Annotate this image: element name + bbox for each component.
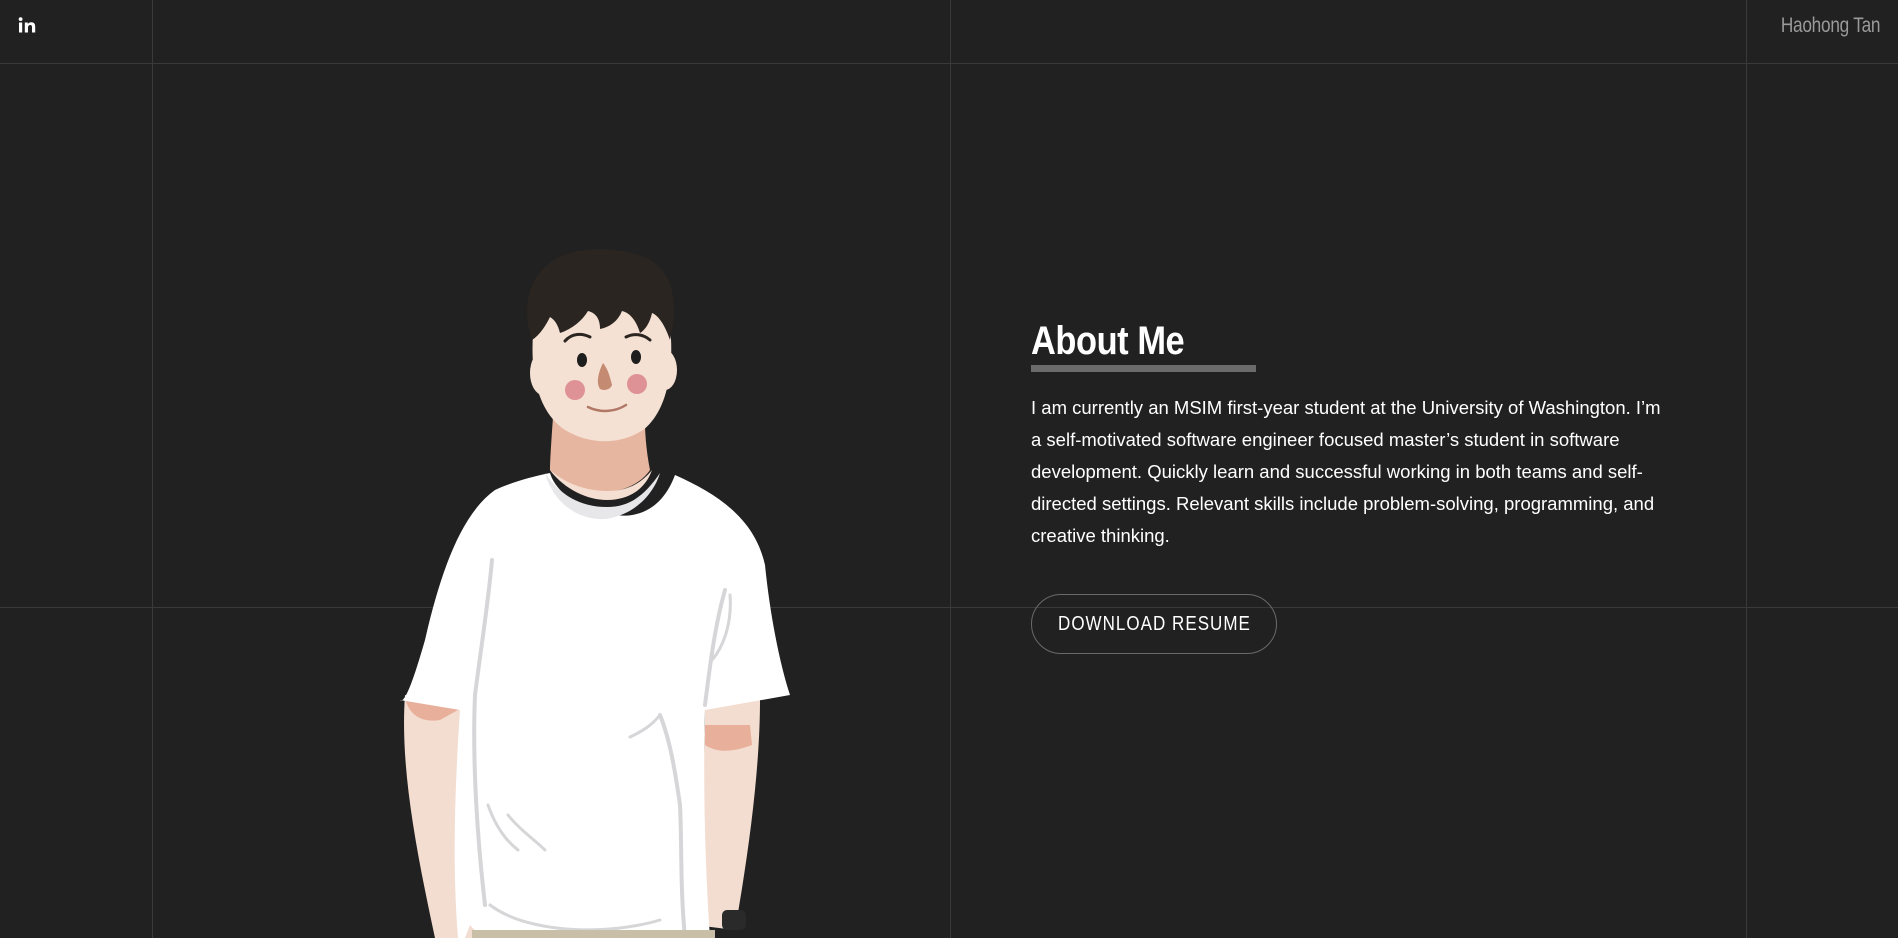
about-title: About Me [1031, 319, 1185, 363]
linkedin-icon-glyph [18, 17, 36, 33]
brand-name[interactable]: Haohong Tan [1781, 14, 1881, 38]
title-underline [1031, 365, 1256, 372]
grid-line-horizontal [0, 63, 1898, 64]
grid-line-vertical [950, 0, 951, 938]
linkedin-icon[interactable] [18, 16, 40, 38]
download-resume-button[interactable]: DOWNLOAD RESUME [1031, 594, 1277, 654]
about-section: About Me I am currently an MSIM first-ye… [1031, 320, 1671, 654]
grid-line-vertical [152, 0, 153, 938]
person-avatar-illustration [400, 249, 790, 938]
about-title-wrap: About Me [1031, 319, 1256, 372]
page: Haohong Tan About Me I am currently an M… [0, 0, 1898, 938]
grid-line-vertical [1746, 0, 1747, 938]
download-resume-label: DOWNLOAD RESUME [1057, 612, 1251, 635]
about-description: I am currently an MSIM first-year studen… [1031, 397, 1661, 546]
